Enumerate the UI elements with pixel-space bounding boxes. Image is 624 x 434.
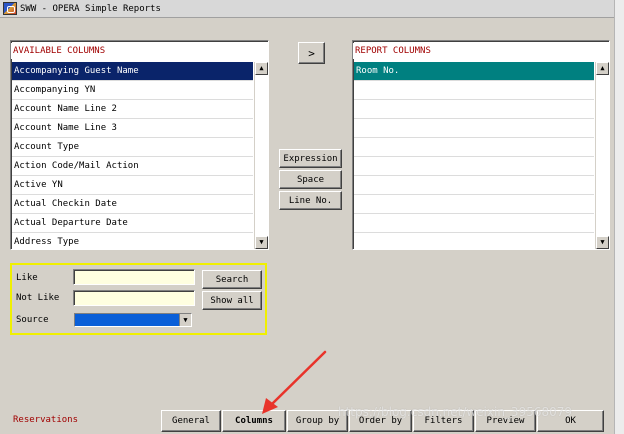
available-scrollbar[interactable]: ▲ ▼	[254, 62, 268, 249]
list-item[interactable]: Accompanying YN	[12, 81, 253, 100]
expression-button[interactable]: Expression	[279, 149, 342, 168]
show-all-button[interactable]: Show all	[202, 291, 262, 310]
list-item[interactable]: Actual Checkin Date	[12, 195, 253, 214]
available-columns-rows: Accompanying Guest Name Accompanying YN Ac…	[12, 62, 253, 250]
add-column-button[interactable]: >	[298, 42, 325, 64]
chevron-down-icon[interactable]: ▼	[179, 314, 191, 326]
list-item[interactable]: Account Type	[12, 138, 253, 157]
list-item[interactable]	[354, 81, 594, 100]
list-item[interactable]	[354, 100, 594, 119]
list-item[interactable]	[354, 195, 594, 214]
scroll-down-icon[interactable]: ▼	[255, 236, 268, 249]
list-item[interactable]	[354, 119, 594, 138]
report-columns-header: REPORT COLUMNS	[353, 43, 593, 59]
list-item[interactable]: Active YN	[12, 176, 253, 195]
window-title: SWW - OPERA Simple Reports	[20, 3, 161, 14]
space-button[interactable]: Space	[279, 170, 342, 189]
not-like-label: Not Like	[16, 293, 60, 303]
title-bar: SWW - OPERA Simple Reports	[0, 0, 624, 18]
list-item[interactable]: Accompanying Guest Name	[12, 62, 253, 81]
list-item[interactable]: Account Name Line 3	[12, 119, 253, 138]
tab-general[interactable]: General	[161, 410, 221, 432]
section-label: Reservations	[13, 415, 79, 425]
list-item[interactable]	[354, 214, 594, 233]
list-item[interactable]: Account Name Line 2	[12, 100, 253, 119]
source-label: Source	[16, 315, 49, 325]
not-like-input[interactable]	[73, 290, 195, 306]
list-item[interactable]: Actual Departure Date	[12, 214, 253, 233]
list-item[interactable]: Address Type	[12, 233, 253, 250]
tab-columns[interactable]: Columns	[222, 410, 286, 432]
available-columns-header: AVAILABLE COLUMNS	[11, 43, 251, 59]
list-item[interactable]	[354, 138, 594, 157]
available-columns-list[interactable]: AVAILABLE COLUMNS Accompanying Guest Nam…	[10, 40, 269, 250]
list-item[interactable]	[354, 176, 594, 195]
scroll-up-icon[interactable]: ▲	[255, 62, 268, 75]
window-right-edge	[614, 0, 624, 434]
report-scrollbar[interactable]: ▲ ▼	[595, 62, 609, 249]
search-button[interactable]: Search	[202, 270, 262, 289]
scroll-up-icon[interactable]: ▲	[596, 62, 609, 75]
line-no-button[interactable]: Line No.	[279, 191, 342, 210]
list-item[interactable]	[354, 233, 594, 250]
list-item[interactable]: Room No.	[354, 62, 594, 81]
like-label: Like	[16, 273, 38, 283]
list-item[interactable]	[354, 157, 594, 176]
source-select[interactable]: ▼	[74, 313, 192, 327]
report-columns-list[interactable]: REPORT COLUMNS Room No. ▲ ▼	[352, 40, 610, 250]
scroll-down-icon[interactable]: ▼	[596, 236, 609, 249]
app-icon	[3, 2, 17, 15]
like-input[interactable]	[73, 269, 195, 285]
report-columns-rows: Room No.	[354, 62, 594, 250]
watermark: https://blog.csdn.net/weixin_39568079	[338, 405, 573, 419]
list-item[interactable]: Action Code/Mail Action	[12, 157, 253, 176]
